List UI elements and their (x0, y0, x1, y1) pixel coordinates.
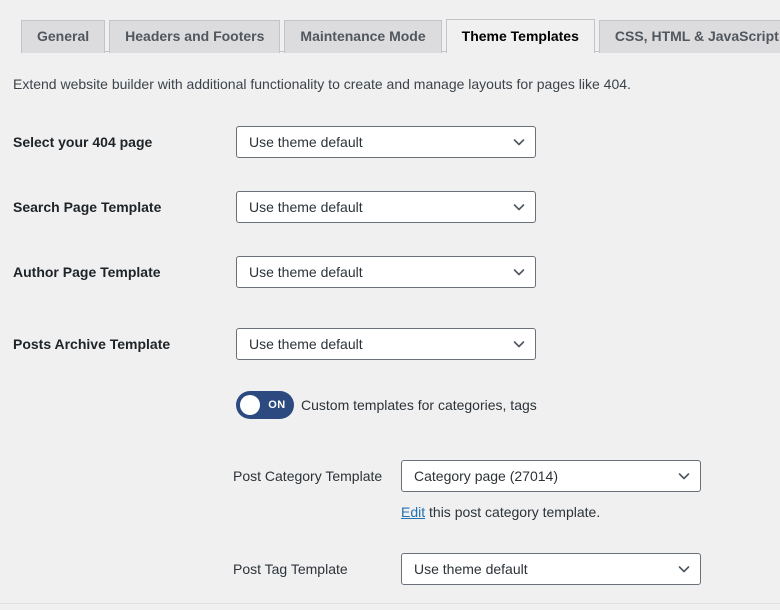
tab-theme-templates[interactable]: Theme Templates (445, 19, 595, 53)
field-row-post-tag-template: Post Tag Template Use theme default (0, 553, 780, 585)
field-row-posts-archive-template: Posts Archive Template Use theme default (0, 328, 780, 360)
post-category-template-help-text: this post category template. (425, 504, 601, 520)
select-author-page-template-value: Use theme default (249, 264, 363, 280)
select-post-tag-template[interactable]: Use theme default (401, 553, 701, 585)
chevron-down-icon (677, 461, 691, 491)
select-posts-archive-template[interactable]: Use theme default (236, 328, 536, 360)
chevron-down-icon (512, 257, 526, 287)
toggle-custom-templates-label: Custom templates for categories, tags (301, 397, 537, 413)
edit-post-category-template-link[interactable]: Edit (401, 504, 425, 520)
tab-maintenance-mode[interactable]: Maintenance Mode (284, 20, 442, 53)
tab-bar: General Headers and Footers Maintenance … (0, 0, 780, 53)
tab-list: General Headers and Footers Maintenance … (21, 19, 780, 53)
label-author-page-template: Author Page Template (13, 264, 161, 280)
field-row-author-page-template: Author Page Template Use theme default (0, 256, 780, 288)
label-posts-archive-template: Posts Archive Template (13, 336, 171, 352)
chevron-down-icon (512, 192, 526, 222)
select-posts-archive-template-value: Use theme default (249, 336, 363, 352)
label-post-category-template: Post Category Template (233, 468, 383, 484)
custom-templates-toggle-row: ON Custom templates for categories, tags (0, 391, 780, 419)
post-category-template-help: Edit this post category template. (401, 504, 600, 520)
select-404-page[interactable]: Use theme default (236, 126, 536, 158)
select-post-category-template-value: Category page (27014) (414, 468, 558, 484)
field-row-404-page: Select your 404 page Use theme default (0, 126, 780, 158)
tab-css-html-javascript[interactable]: CSS, HTML & JavaScript (598, 20, 780, 53)
chevron-down-icon (677, 554, 691, 584)
toggle-knob (240, 395, 260, 415)
select-search-page-template[interactable]: Use theme default (236, 191, 536, 223)
chevron-down-icon (512, 329, 526, 359)
tab-general-label: General (37, 28, 90, 44)
panel-description: Extend website builder with additional f… (13, 76, 631, 92)
select-404-page-value: Use theme default (249, 134, 363, 150)
field-row-post-category-template: Post Category Template Category page (27… (0, 460, 780, 492)
tab-general[interactable]: General (21, 20, 106, 53)
toggle-state-label: ON (268, 399, 286, 411)
toggle-custom-templates[interactable]: ON (236, 391, 294, 419)
label-search-page-template: Search Page Template (13, 199, 162, 215)
label-404-page: Select your 404 page (13, 134, 153, 150)
select-post-tag-template-value: Use theme default (414, 561, 528, 577)
tab-headers-and-footers[interactable]: Headers and Footers (109, 20, 281, 53)
chevron-down-icon (512, 127, 526, 157)
tab-maintenance-mode-label: Maintenance Mode (300, 28, 426, 44)
tab-headers-and-footers-label: Headers and Footers (125, 28, 265, 44)
tab-theme-templates-label: Theme Templates (461, 28, 579, 44)
panel-footer-area (0, 604, 780, 610)
field-row-search-page-template: Search Page Template Use theme default (0, 191, 780, 223)
label-post-tag-template: Post Tag Template (233, 561, 348, 577)
select-search-page-template-value: Use theme default (249, 199, 363, 215)
tab-css-html-javascript-label: CSS, HTML & JavaScript (614, 28, 779, 44)
select-post-category-template[interactable]: Category page (27014) (401, 460, 701, 492)
select-author-page-template[interactable]: Use theme default (236, 256, 536, 288)
